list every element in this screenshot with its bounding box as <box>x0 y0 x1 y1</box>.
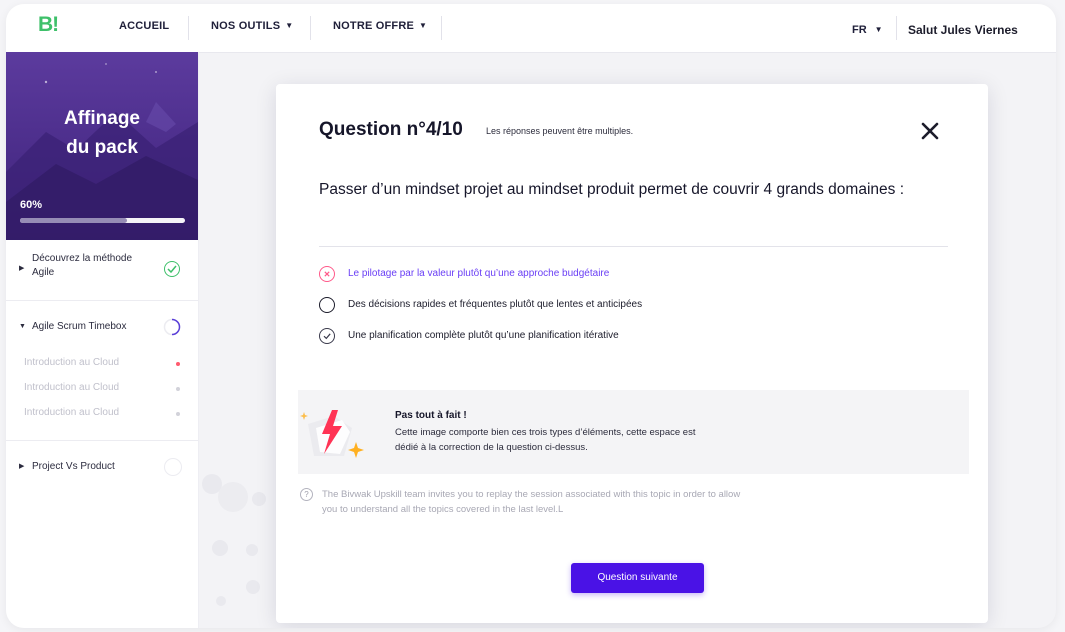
lightning-bolt-icon <box>300 410 364 458</box>
answer-text: Une planification complète plutôt qu’une… <box>348 330 619 341</box>
status-dot <box>176 387 180 391</box>
caret-down-icon: ▼ <box>19 323 26 330</box>
language-selector[interactable]: FR ▼ <box>852 24 883 36</box>
top-navigation-bar: B! ACCUEIL NOS OUTILS ▼ NOTRE OFFRE ▼ FR ▼ … <box>6 4 1056 53</box>
sidebar-item-decouvrez[interactable]: ▶ Découvrez la méthode Agile <box>6 240 198 301</box>
user-greeting[interactable]: Salut Jules Viernes <box>908 23 1018 37</box>
help-icon: ? <box>300 488 313 501</box>
app-window: B! ACCUEIL NOS OUTILS ▼ NOTRE OFFRE ▼ FR ▼ … <box>6 4 1056 628</box>
question-modal: Question n°4/10 Les réponses peuvent êtr… <box>276 84 988 623</box>
caret-down-icon: ▼ <box>874 25 883 34</box>
decor-bubble <box>216 596 226 606</box>
feedback-text: Cette image comporte bien ces trois type… <box>395 427 696 453</box>
lesson-item[interactable]: Introduction au Cloud <box>24 357 119 368</box>
sidebar-item-label: Agile Scrum Timebox <box>32 321 127 332</box>
course-title-line2: du pack <box>66 137 138 158</box>
sidebar-item-label: Project Vs Product <box>32 461 115 472</box>
nav-nos-outils-label: NOS OUTILS <box>211 20 281 32</box>
decor-bubble <box>246 544 258 556</box>
nav-divider <box>188 16 189 40</box>
answer-text: Le pilotage par la valeur plutôt qu’une … <box>348 268 610 279</box>
progress-percent: 60% <box>20 199 43 211</box>
divider <box>319 246 948 247</box>
lesson-item[interactable]: Introduction au Cloud <box>24 382 119 393</box>
nav-accueil-label: ACCUEIL <box>119 20 170 32</box>
status-dot <box>176 412 180 416</box>
nav-accueil[interactable]: ACCUEIL <box>119 20 169 32</box>
decor-bubble <box>218 482 248 512</box>
logo[interactable]: B! <box>38 13 59 37</box>
nav-divider <box>441 16 442 40</box>
feedback-title: Pas tout à fait ! <box>395 410 467 421</box>
sidebar-item-label-line2: Agile <box>32 267 55 278</box>
question-hint: Les réponses peuvent être multiples. <box>486 126 634 136</box>
decor-bubble <box>252 492 266 506</box>
nav-divider <box>310 16 311 40</box>
language-label: FR <box>852 24 867 36</box>
course-progress-bar <box>20 218 185 223</box>
question-number: Question n°4/10 <box>319 119 463 140</box>
info-text: The Bivwak Upskill team invites you to r… <box>322 489 741 515</box>
answer-text: Des décisions rapides et fréquentes plut… <box>348 299 643 310</box>
nav-nos-outils[interactable]: NOS OUTILS ▼ <box>211 20 293 32</box>
completed-check-icon <box>164 261 180 277</box>
lesson-item[interactable]: Introduction au Cloud <box>24 407 119 418</box>
correct-answer-icon <box>319 328 335 344</box>
nav-notre-offre[interactable]: NOTRE OFFRE ▼ <box>333 20 427 32</box>
course-progress-fill <box>20 218 128 223</box>
not-started-icon <box>164 458 182 476</box>
wrong-answer-icon <box>319 266 335 282</box>
radio-empty-icon <box>319 297 335 313</box>
nav-notre-offre-label: NOTRE OFFRE <box>333 20 415 32</box>
nav-divider <box>896 16 897 40</box>
status-dot <box>176 362 180 366</box>
sidebar-item-agile-scrum[interactable]: ▼ Agile Scrum Timebox Introduction au Cl… <box>6 300 198 441</box>
in-progress-icon <box>163 318 181 336</box>
question-text: Passer d’un mindset projet au mindset pr… <box>319 181 904 198</box>
caret-down-icon: ▼ <box>419 21 428 30</box>
sidebar-item-label: Découvrez la méthode Agile <box>32 252 132 280</box>
course-title-line1: Affinage <box>64 108 140 129</box>
feedback-panel: Pas tout à fait ! Cette image comporte b… <box>298 390 969 474</box>
close-icon[interactable] <box>919 120 941 142</box>
course-hero-banner: Affinage du pack 60% <box>6 52 198 240</box>
sidebar-item-project-vs-product[interactable]: ▶ Project Vs Product <box>6 440 198 496</box>
course-sidebar: Affinage du pack 60% ▶ Découvrez la méth… <box>6 52 199 628</box>
course-title: Affinage du pack <box>6 104 198 162</box>
decor-bubble <box>246 580 260 594</box>
caret-down-icon: ▼ <box>285 21 294 30</box>
decor-bubble <box>212 540 228 556</box>
sidebar-item-label-line1: Découvrez la méthode <box>32 253 133 264</box>
next-question-button[interactable]: Question suivante <box>571 563 704 593</box>
caret-right-icon: ▶ <box>19 463 25 470</box>
caret-right-icon: ▶ <box>19 265 25 272</box>
